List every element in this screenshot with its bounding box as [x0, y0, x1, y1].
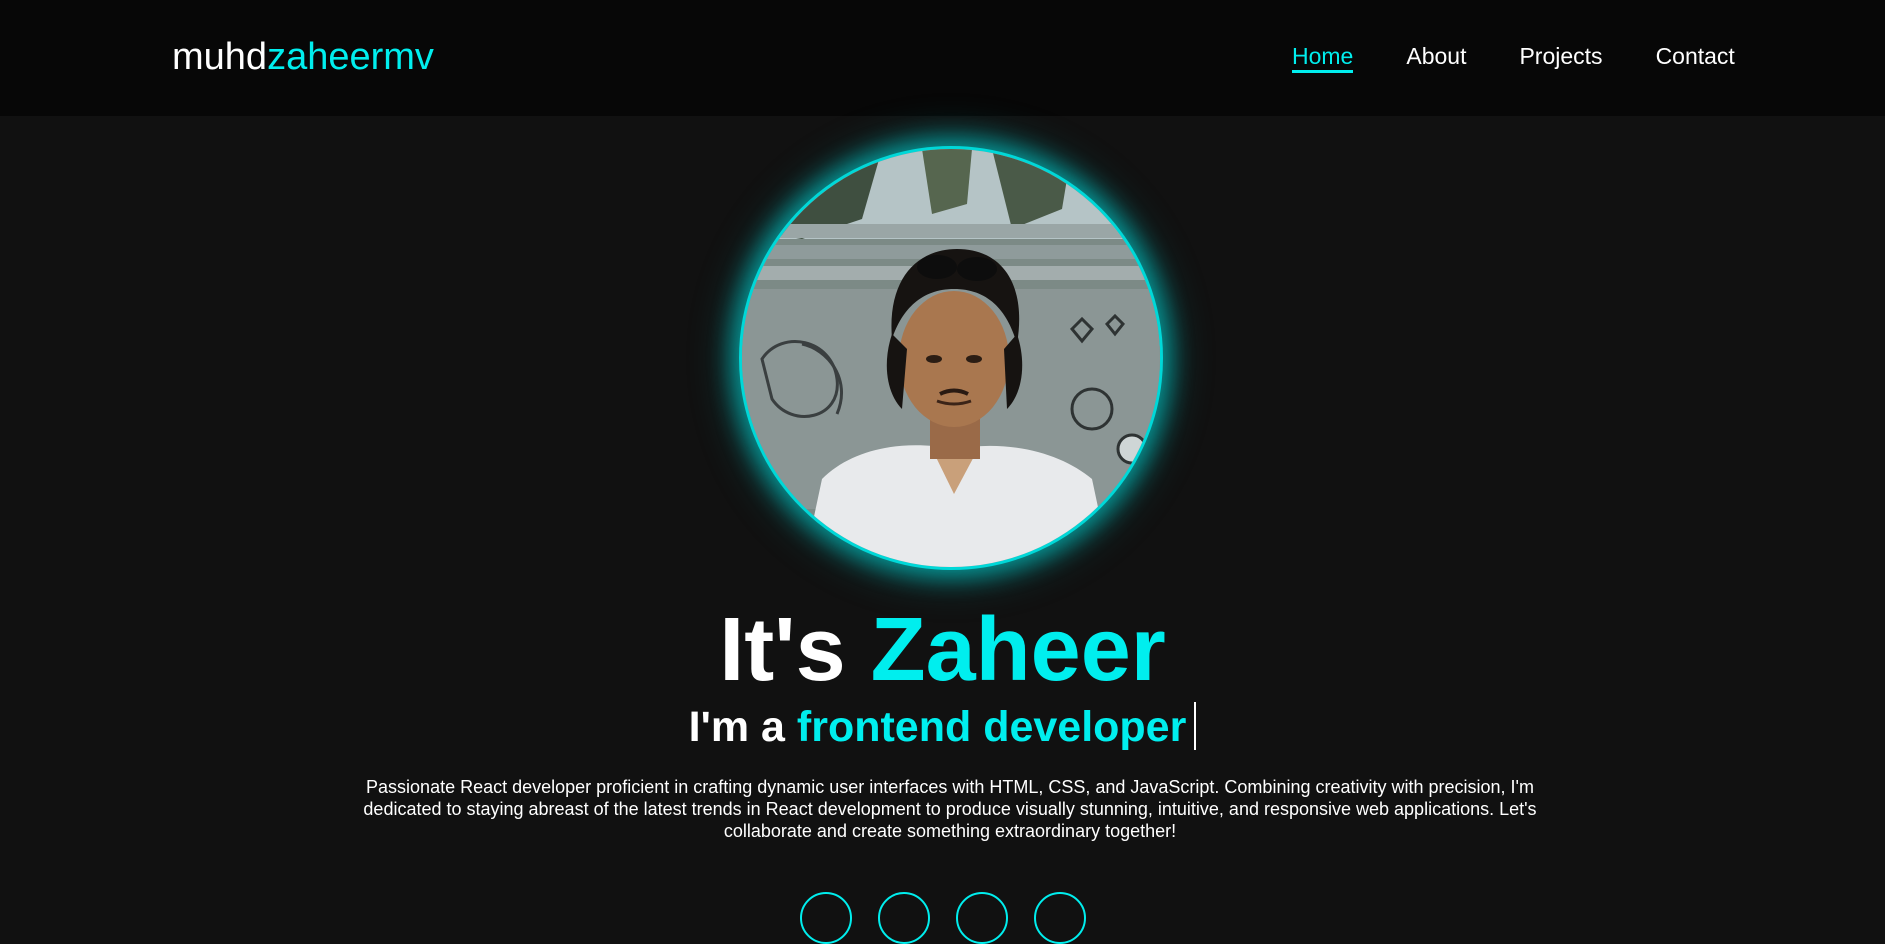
hero-title-name: Zaheer — [870, 600, 1166, 700]
nav-projects-link[interactable]: Projects — [1519, 42, 1602, 73]
hero-subtitle-prefix: I'm a — [688, 703, 797, 751]
nav-about-link[interactable]: About — [1406, 42, 1466, 73]
nav-contact-link[interactable]: Contact — [1656, 42, 1735, 73]
social-icon-1[interactable] — [800, 892, 852, 944]
profile-photo-icon — [742, 149, 1160, 567]
logo-text-white: muhd — [172, 36, 268, 78]
nav-links: Home About Projects Contact — [1292, 42, 1735, 73]
hero-title-prefix: It's — [719, 600, 871, 700]
logo-text-accent: zaheermv — [267, 36, 434, 78]
navbar: muhdzaheermv Home About Projects Contact — [0, 0, 1885, 116]
hero-section: It's Zaheer I'm a frontend developer Pas… — [0, 116, 1885, 944]
hero-title: It's Zaheer — [0, 600, 1885, 700]
social-icon-2[interactable] — [878, 892, 930, 944]
hero-subtitle-role: frontend developer — [796, 703, 1187, 751]
hero-description: Passionate React developer proficient in… — [363, 777, 1537, 841]
hero-subtitle: I'm a frontend developer — [0, 700, 1885, 754]
social-icon-3[interactable] — [956, 892, 1008, 944]
social-icon-4[interactable] — [1034, 892, 1086, 944]
typing-cursor — [1194, 701, 1197, 750]
site-logo[interactable]: muhdzaheermv — [172, 36, 434, 78]
profile-avatar — [739, 146, 1163, 570]
social-links — [800, 892, 1086, 944]
nav-home-link[interactable]: Home — [1292, 42, 1354, 73]
